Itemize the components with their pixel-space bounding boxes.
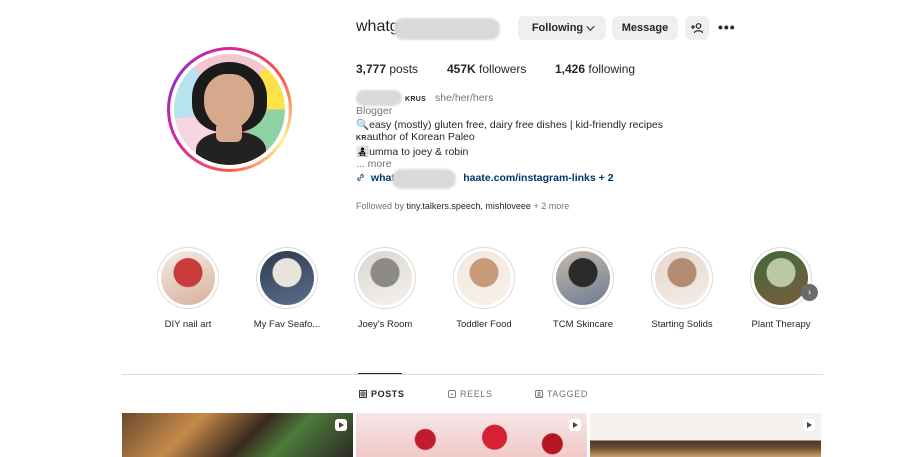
add-user-button[interactable] <box>685 16 709 40</box>
name-redaction <box>356 90 402 106</box>
tagged-icon <box>535 390 543 398</box>
bio-line-2: KRauthor of Korean Paleo <box>356 131 475 143</box>
post-tile[interactable] <box>122 413 353 457</box>
bio-name-line: KRUS she/her/hers <box>405 92 494 104</box>
message-button[interactable]: Message <box>612 16 678 40</box>
bio-more-link[interactable]: ... more <box>356 158 392 170</box>
highlight-cover <box>651 247 713 309</box>
username-redaction <box>394 18 500 40</box>
following-stat[interactable]: 1,426 following <box>555 62 635 76</box>
followers-stat[interactable]: 457K followers <box>447 62 526 76</box>
tab-posts[interactable]: POSTS <box>359 389 405 399</box>
highlight-cover <box>256 247 318 309</box>
highlight-item[interactable]: Toddler Food <box>434 247 534 330</box>
post-tile[interactable] <box>356 413 587 457</box>
chevron-down-icon <box>586 22 595 31</box>
bio-line-1: 🔍easy (mostly) gluten free, dairy free d… <box>356 119 664 131</box>
link-icon <box>357 174 364 181</box>
tabs-divider <box>122 374 823 375</box>
highlight-label: Starting Solids <box>651 319 713 330</box>
more-dots-icon[interactable]: ••• <box>718 19 736 35</box>
highlight-item[interactable]: DIY nail art <box>138 247 238 330</box>
posts-stat: 3,777 posts <box>356 62 419 76</box>
highlight-cover <box>750 247 812 309</box>
highlight-cover <box>354 247 416 309</box>
avatar-image <box>174 54 285 165</box>
bio-category: Blogger <box>356 105 393 117</box>
family-icon: 👩‍👧‍👦 <box>356 146 370 158</box>
highlight-cover <box>552 247 614 309</box>
highlight-label: Plant Therapy <box>751 319 811 330</box>
highlight-item[interactable]: Joey's Room <box>335 247 435 330</box>
bio-line-3: 👩‍👧‍👦umma to joey & robin <box>356 146 469 158</box>
highlight-cover <box>157 247 219 309</box>
play-icon <box>335 419 347 431</box>
highlight-cover <box>453 247 515 309</box>
play-icon <box>803 419 815 431</box>
link-redaction <box>392 169 456 189</box>
magnifier-icon: 🔍 <box>356 119 370 131</box>
highlight-item[interactable]: My Fav Seafo... <box>237 247 337 330</box>
highlight-item[interactable]: TCM Skincare <box>533 247 633 330</box>
grid-icon <box>359 390 367 398</box>
highlight-label: DIY nail art <box>164 319 212 330</box>
chevron-right-icon[interactable]: › <box>801 284 818 301</box>
highlight-label: Joey's Room <box>357 319 413 330</box>
person-plus-icon <box>691 23 704 34</box>
following-button[interactable]: Following <box>518 16 606 40</box>
active-tab-indicator <box>358 373 402 374</box>
tab-reels[interactable]: REELS <box>448 389 493 399</box>
profile-avatar[interactable] <box>167 47 292 172</box>
highlight-label: TCM Skincare <box>552 319 614 330</box>
post-tile[interactable] <box>590 413 821 457</box>
tab-tagged[interactable]: TAGGED <box>535 389 588 399</box>
highlight-item[interactable]: Starting Solids <box>632 247 732 330</box>
highlight-label: My Fav Seafo... <box>253 319 321 330</box>
reels-icon <box>448 390 456 398</box>
play-icon <box>569 419 581 431</box>
followed-by[interactable]: Followed by tiny.talkers.speech, mishlov… <box>356 201 569 211</box>
highlight-label: Toddler Food <box>456 319 512 330</box>
